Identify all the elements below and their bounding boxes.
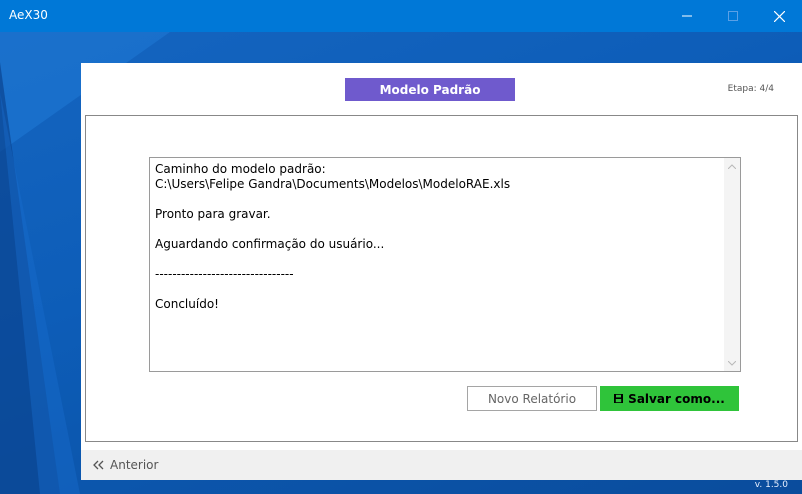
- minimize-button[interactable]: [664, 0, 710, 32]
- log-text: Caminho do modelo padrão: C:\Users\Felip…: [155, 162, 511, 311]
- maximize-icon: [728, 11, 738, 21]
- scroll-down-icon[interactable]: [724, 356, 740, 370]
- minimize-icon: [682, 15, 692, 17]
- save-as-button[interactable]: Salvar como...: [600, 386, 739, 411]
- scroll-up-icon[interactable]: [724, 159, 740, 173]
- maximize-button[interactable]: [710, 0, 756, 32]
- content-frame: Caminho do modelo padrão: C:\Users\Felip…: [85, 115, 798, 442]
- footer-bar: Anterior: [81, 450, 802, 480]
- version-label: v. 1.5.0: [754, 480, 788, 490]
- previous-label: Anterior: [110, 458, 159, 472]
- new-report-button[interactable]: Novo Relatório: [467, 386, 597, 411]
- title-bar: AeX30: [0, 0, 802, 32]
- previous-button[interactable]: Anterior: [93, 458, 158, 472]
- double-chevron-left-icon: [93, 460, 104, 470]
- log-scrollbar[interactable]: [724, 158, 740, 371]
- save-as-label: Salvar como...: [628, 391, 725, 406]
- close-button[interactable]: [756, 0, 802, 32]
- step-indicator: Etapa: 4/4: [727, 84, 774, 94]
- floppy-disk-icon: [614, 394, 624, 403]
- log-textbox[interactable]: Caminho do modelo padrão: C:\Users\Felip…: [149, 157, 741, 372]
- main-panel: Modelo Padrão Etapa: 4/4 Caminho do mode…: [81, 63, 802, 480]
- window-title: AeX30: [9, 8, 48, 22]
- close-icon: [773, 10, 785, 22]
- step-title-button: Modelo Padrão: [345, 78, 515, 101]
